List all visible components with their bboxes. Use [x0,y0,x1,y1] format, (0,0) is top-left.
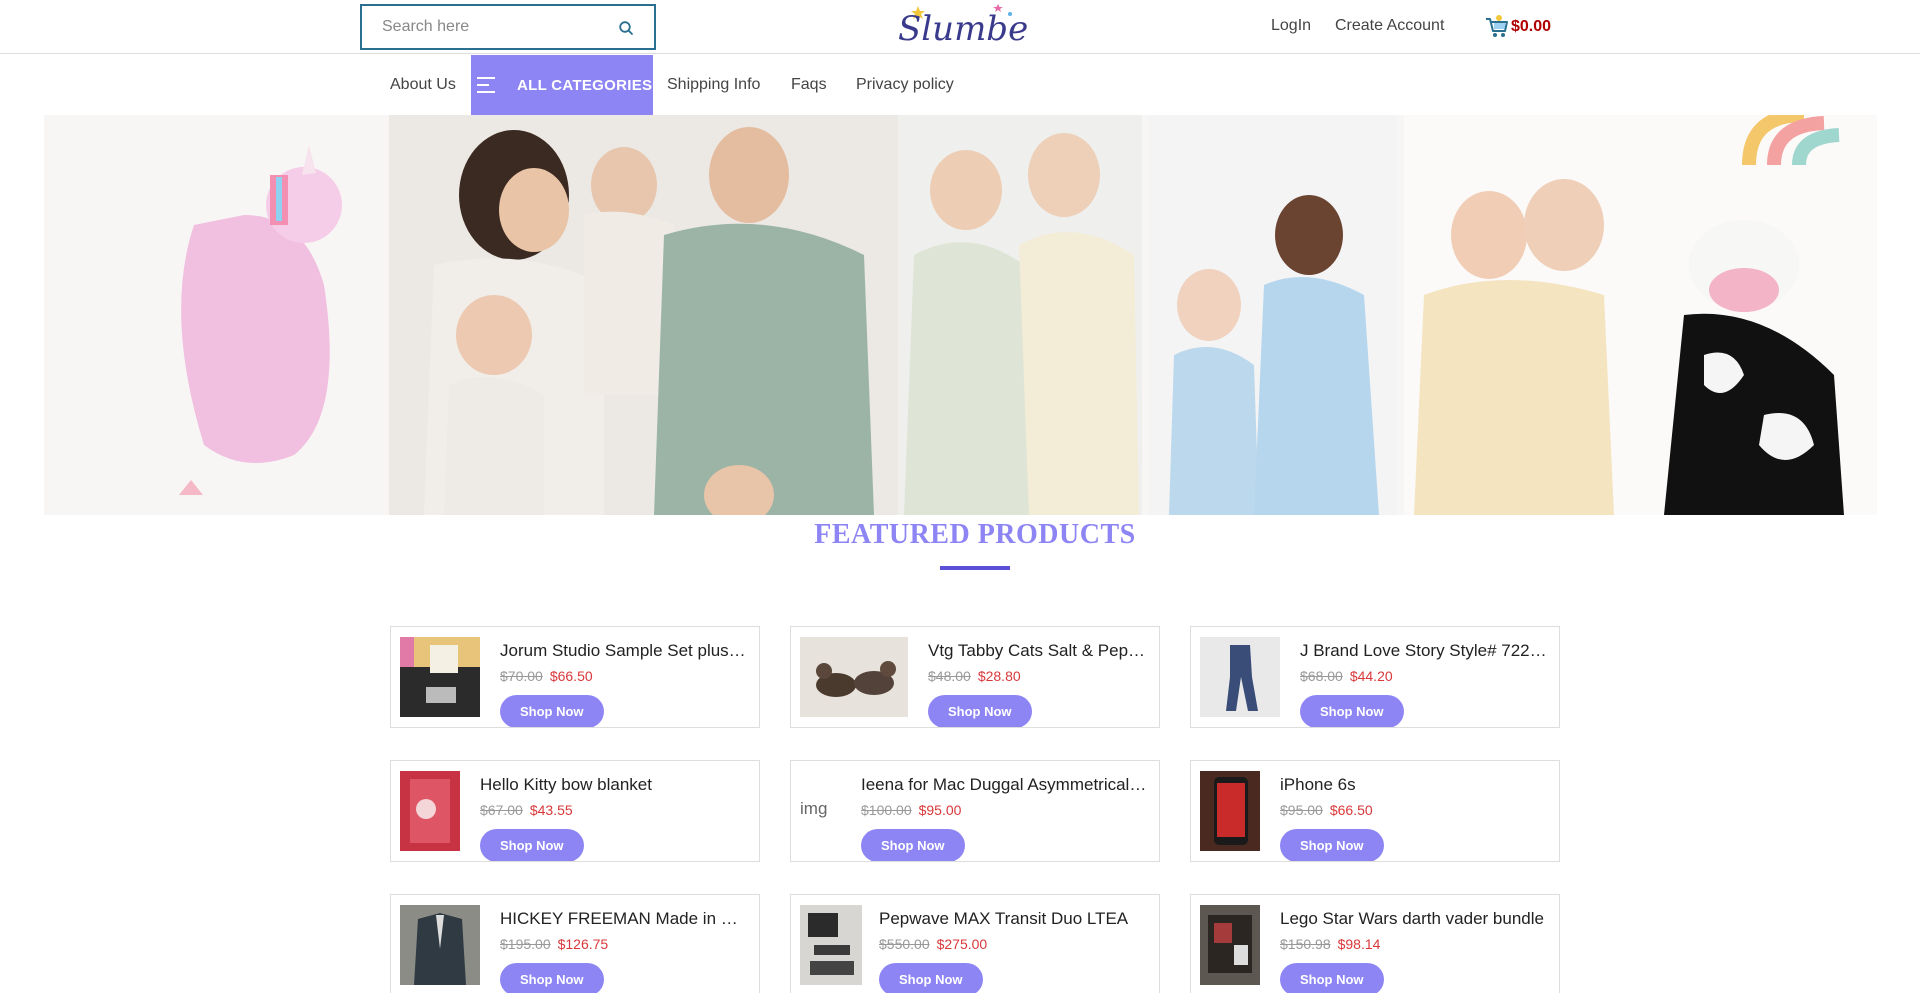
sale-price: $28.80 [977,668,1021,684]
product-card: Vtg Tabby Cats Salt & Peppe… $48.00 $28.8… [790,626,1160,728]
menu-icon [477,77,497,93]
product-card: Hello Kitty bow blanket $67.00 $43.55 Sho… [390,760,760,862]
sale-price: $44.20 [1349,668,1393,684]
product-image[interactable] [400,637,480,717]
shop-now-button[interactable]: Shop Now [861,829,965,861]
top-header: Slumber LogIn Create Account $0.00 [0,0,1920,54]
product-name[interactable]: Vtg Tabby Cats Salt & Peppe… [928,641,1150,661]
title-underline [940,566,1010,570]
site-logo[interactable]: Slumber [870,0,1046,52]
search-icon[interactable] [618,20,634,36]
nav-about-us[interactable]: About Us [390,76,456,94]
cart-icon [1486,15,1508,37]
product-card: HICKEY FREEMAN Made in US… $195.00 $126.7… [390,894,760,993]
original-price: $68.00 [1300,668,1343,684]
logo-graphic: Slumber [878,4,1046,49]
nav-faqs[interactable]: Faqs [791,76,827,94]
all-categories-label: ALL CATEGORIES [517,76,653,94]
product-card: Jorum Studio Sample Set plus c… $70.00 $6… [390,626,760,728]
search-box [360,4,656,50]
product-image[interactable] [1200,905,1260,985]
product-card: J Brand Love Story Style# 722C… $68.00 $4… [1190,626,1560,728]
product-card: iPhone 6s $95.00 $66.50 Shop Now [1190,760,1560,862]
search-input[interactable] [382,18,612,36]
cart-total: $0.00 [1511,18,1552,35]
product-name[interactable]: Hello Kitty bow blanket [480,775,750,795]
product-image[interactable] [800,905,862,985]
sale-price: $98.14 [1337,936,1381,952]
product-image[interactable] [1200,637,1280,717]
product-card: Lego Star Wars darth vader bundle $150.9… [1190,894,1560,993]
original-price: $70.00 [500,668,543,684]
original-price: $550.00 [879,936,930,952]
product-name[interactable]: J Brand Love Story Style# 722C… [1300,641,1550,661]
product-card: img Ieena for Mac Duggal Asymmetrical D…… [790,760,1160,862]
product-name[interactable]: HICKEY FREEMAN Made in US… [500,909,750,929]
shop-now-button[interactable]: Shop Now [879,963,983,993]
main-nav: About Us ALL CATEGORIES Shipping Info Fa… [0,55,1920,115]
nav-shipping-info[interactable]: Shipping Info [667,76,760,94]
sale-price: $275.00 [936,936,988,952]
login-link[interactable]: LogIn [1271,17,1311,35]
product-image[interactable] [400,771,460,851]
shop-now-button[interactable]: Shop Now [1300,695,1404,727]
hero-banner[interactable] [44,115,1877,515]
nav-privacy-policy[interactable]: Privacy policy [856,76,954,94]
sale-price: $43.55 [529,802,573,818]
original-price: $195.00 [500,936,551,952]
shop-now-button[interactable]: Shop Now [480,829,584,861]
product-image[interactable] [800,637,908,717]
original-price: $95.00 [1280,802,1323,818]
all-categories-button[interactable]: ALL CATEGORIES [471,55,653,115]
product-image[interactable] [400,905,480,985]
sale-price: $126.75 [557,936,609,952]
hero-image [44,115,1877,515]
product-name[interactable]: Lego Star Wars darth vader bundle [1280,909,1550,929]
product-image[interactable] [1200,771,1260,851]
shop-now-button[interactable]: Shop Now [500,695,604,727]
cart[interactable]: $0.00 [1484,14,1551,40]
sale-price: $66.50 [1329,802,1373,818]
shop-now-button[interactable]: Shop Now [1280,963,1384,993]
product-name[interactable]: iPhone 6s [1280,775,1550,795]
product-name[interactable]: Jorum Studio Sample Set plus c… [500,641,750,661]
create-account-link[interactable]: Create Account [1335,17,1444,35]
shop-now-button[interactable]: Shop Now [500,963,604,993]
original-price: $48.00 [928,668,971,684]
featured-products-title: FEATURED PRODUCTS [814,519,1136,550]
product-name[interactable]: Ieena for Mac Duggal Asymmetrical D… [861,775,1151,795]
product-name[interactable]: Pepwave MAX Transit Duo LTEA [879,909,1149,929]
original-price: $150.98 [1280,936,1331,952]
broken-product-image[interactable]: img [800,799,827,861]
original-price: $100.00 [861,802,912,818]
sale-price: $95.00 [918,802,962,818]
sale-price: $66.50 [549,668,593,684]
original-price: $67.00 [480,802,523,818]
shop-now-button[interactable]: Shop Now [928,695,1032,727]
svg-text:Slumber: Slumber [898,9,1030,49]
product-card: Pepwave MAX Transit Duo LTEA $550.00 $275… [790,894,1160,993]
shop-now-button[interactable]: Shop Now [1280,829,1384,861]
